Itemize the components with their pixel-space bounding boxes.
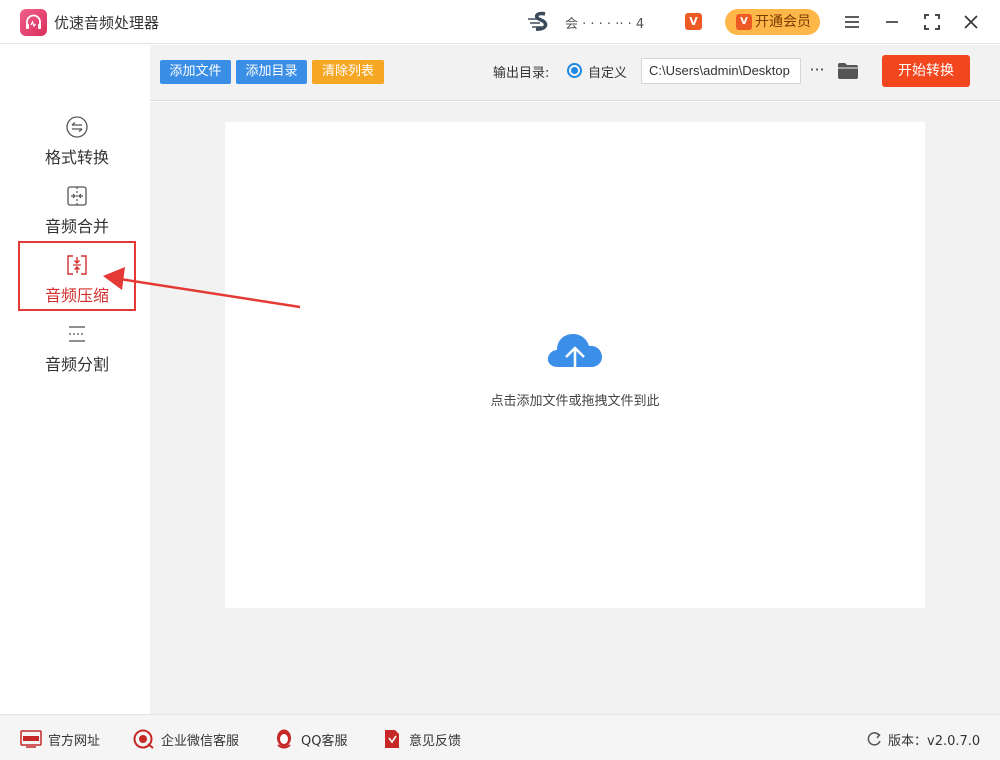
title-bar: 优速音频处理器 会 · · · · ·· · 4 V V 开通会员 <box>0 0 1000 44</box>
vip-badge-icon: V <box>685 13 702 30</box>
sidebar-item-audio-split[interactable]: 音频分割 <box>18 322 136 392</box>
app-logo-icon <box>20 9 47 36</box>
version-label: 版本：v2.0.7.0 <box>888 734 981 749</box>
feedback-link[interactable]: 意见反馈 <box>381 729 471 749</box>
close-icon[interactable] <box>959 10 983 34</box>
sidebar-item-label: 音频分割 <box>44 355 109 374</box>
qq-service-link[interactable]: QQ客服 <box>273 729 358 749</box>
open-vip-button[interactable]: V 开通会员 <box>725 9 820 35</box>
format-convert-icon <box>66 116 88 138</box>
sidebar-item-label: 格式转换 <box>44 148 109 167</box>
drop-hint-text: 点击添加文件或拖拽文件到此 <box>490 394 660 409</box>
official-website-link[interactable]: 官方网址 <box>20 729 110 749</box>
user-name: 会 · · · · ·· · 4 <box>565 17 645 32</box>
feedback-label: 意见反馈 <box>409 734 462 749</box>
add-file-button[interactable]: 添加文件 <box>160 60 231 84</box>
footer: 官方网址 企业微信客服 QQ客服 意见反馈 版本：v2.0.7.0 <box>0 714 1000 760</box>
cloud-upload-icon <box>547 334 602 380</box>
minimize-icon[interactable] <box>880 10 904 34</box>
maximize-icon[interactable] <box>920 10 944 34</box>
refresh-icon <box>867 732 881 746</box>
audio-split-icon <box>69 326 85 342</box>
qq-icon <box>277 729 291 749</box>
custom-output-label: 自定义 <box>588 66 628 81</box>
more-options-button[interactable]: ··· <box>808 58 826 84</box>
sidebar-item-label: 音频合并 <box>44 217 109 236</box>
sidebar-item-format-convert[interactable]: 格式转换 <box>18 115 136 185</box>
add-directory-button[interactable]: 添加目录 <box>236 60 307 84</box>
audio-compress-icon <box>67 255 87 275</box>
wechat-service-icon <box>133 729 154 749</box>
start-convert-button[interactable]: 开始转换 <box>882 55 970 87</box>
wechat-service-link[interactable]: 企业微信客服 <box>133 729 253 749</box>
wechat-service-label: 企业微信客服 <box>161 734 240 749</box>
qq-service-label: QQ客服 <box>301 734 348 749</box>
folder-icon[interactable] <box>837 61 859 81</box>
menu-icon[interactable] <box>840 10 864 34</box>
output-dir-label: 输出目录: <box>493 66 550 81</box>
feedback-icon <box>385 730 399 748</box>
app-title: 优速音频处理器 <box>54 14 160 32</box>
official-website-label: 官方网址 <box>48 734 101 749</box>
custom-output-radio[interactable] <box>567 63 582 78</box>
vip-button-label: 开通会员 <box>755 14 811 30</box>
main-area: 点击添加文件或拖拽文件到此 <box>150 102 1000 714</box>
file-drop-zone[interactable]: 点击添加文件或拖拽文件到此 <box>225 122 925 608</box>
output-path-input[interactable]: C:\Users\admin\Desktop <box>641 58 801 84</box>
toolbar: 添加文件 添加目录 清除列表 输出目录: 自定义 C:\Users\admin\… <box>150 45 1000 101</box>
audio-merge-icon <box>67 186 87 206</box>
sidebar: 格式转换 音频合并 音频压缩 音频分割 <box>0 45 150 714</box>
sidebar-item-audio-compress[interactable]: 音频压缩 <box>18 241 136 311</box>
clear-list-button[interactable]: 清除列表 <box>312 60 384 84</box>
vip-crown-icon: V <box>736 14 752 30</box>
user-logo-icon <box>528 11 548 31</box>
sidebar-item-label: 音频压缩 <box>44 286 109 305</box>
website-icon <box>20 730 42 748</box>
